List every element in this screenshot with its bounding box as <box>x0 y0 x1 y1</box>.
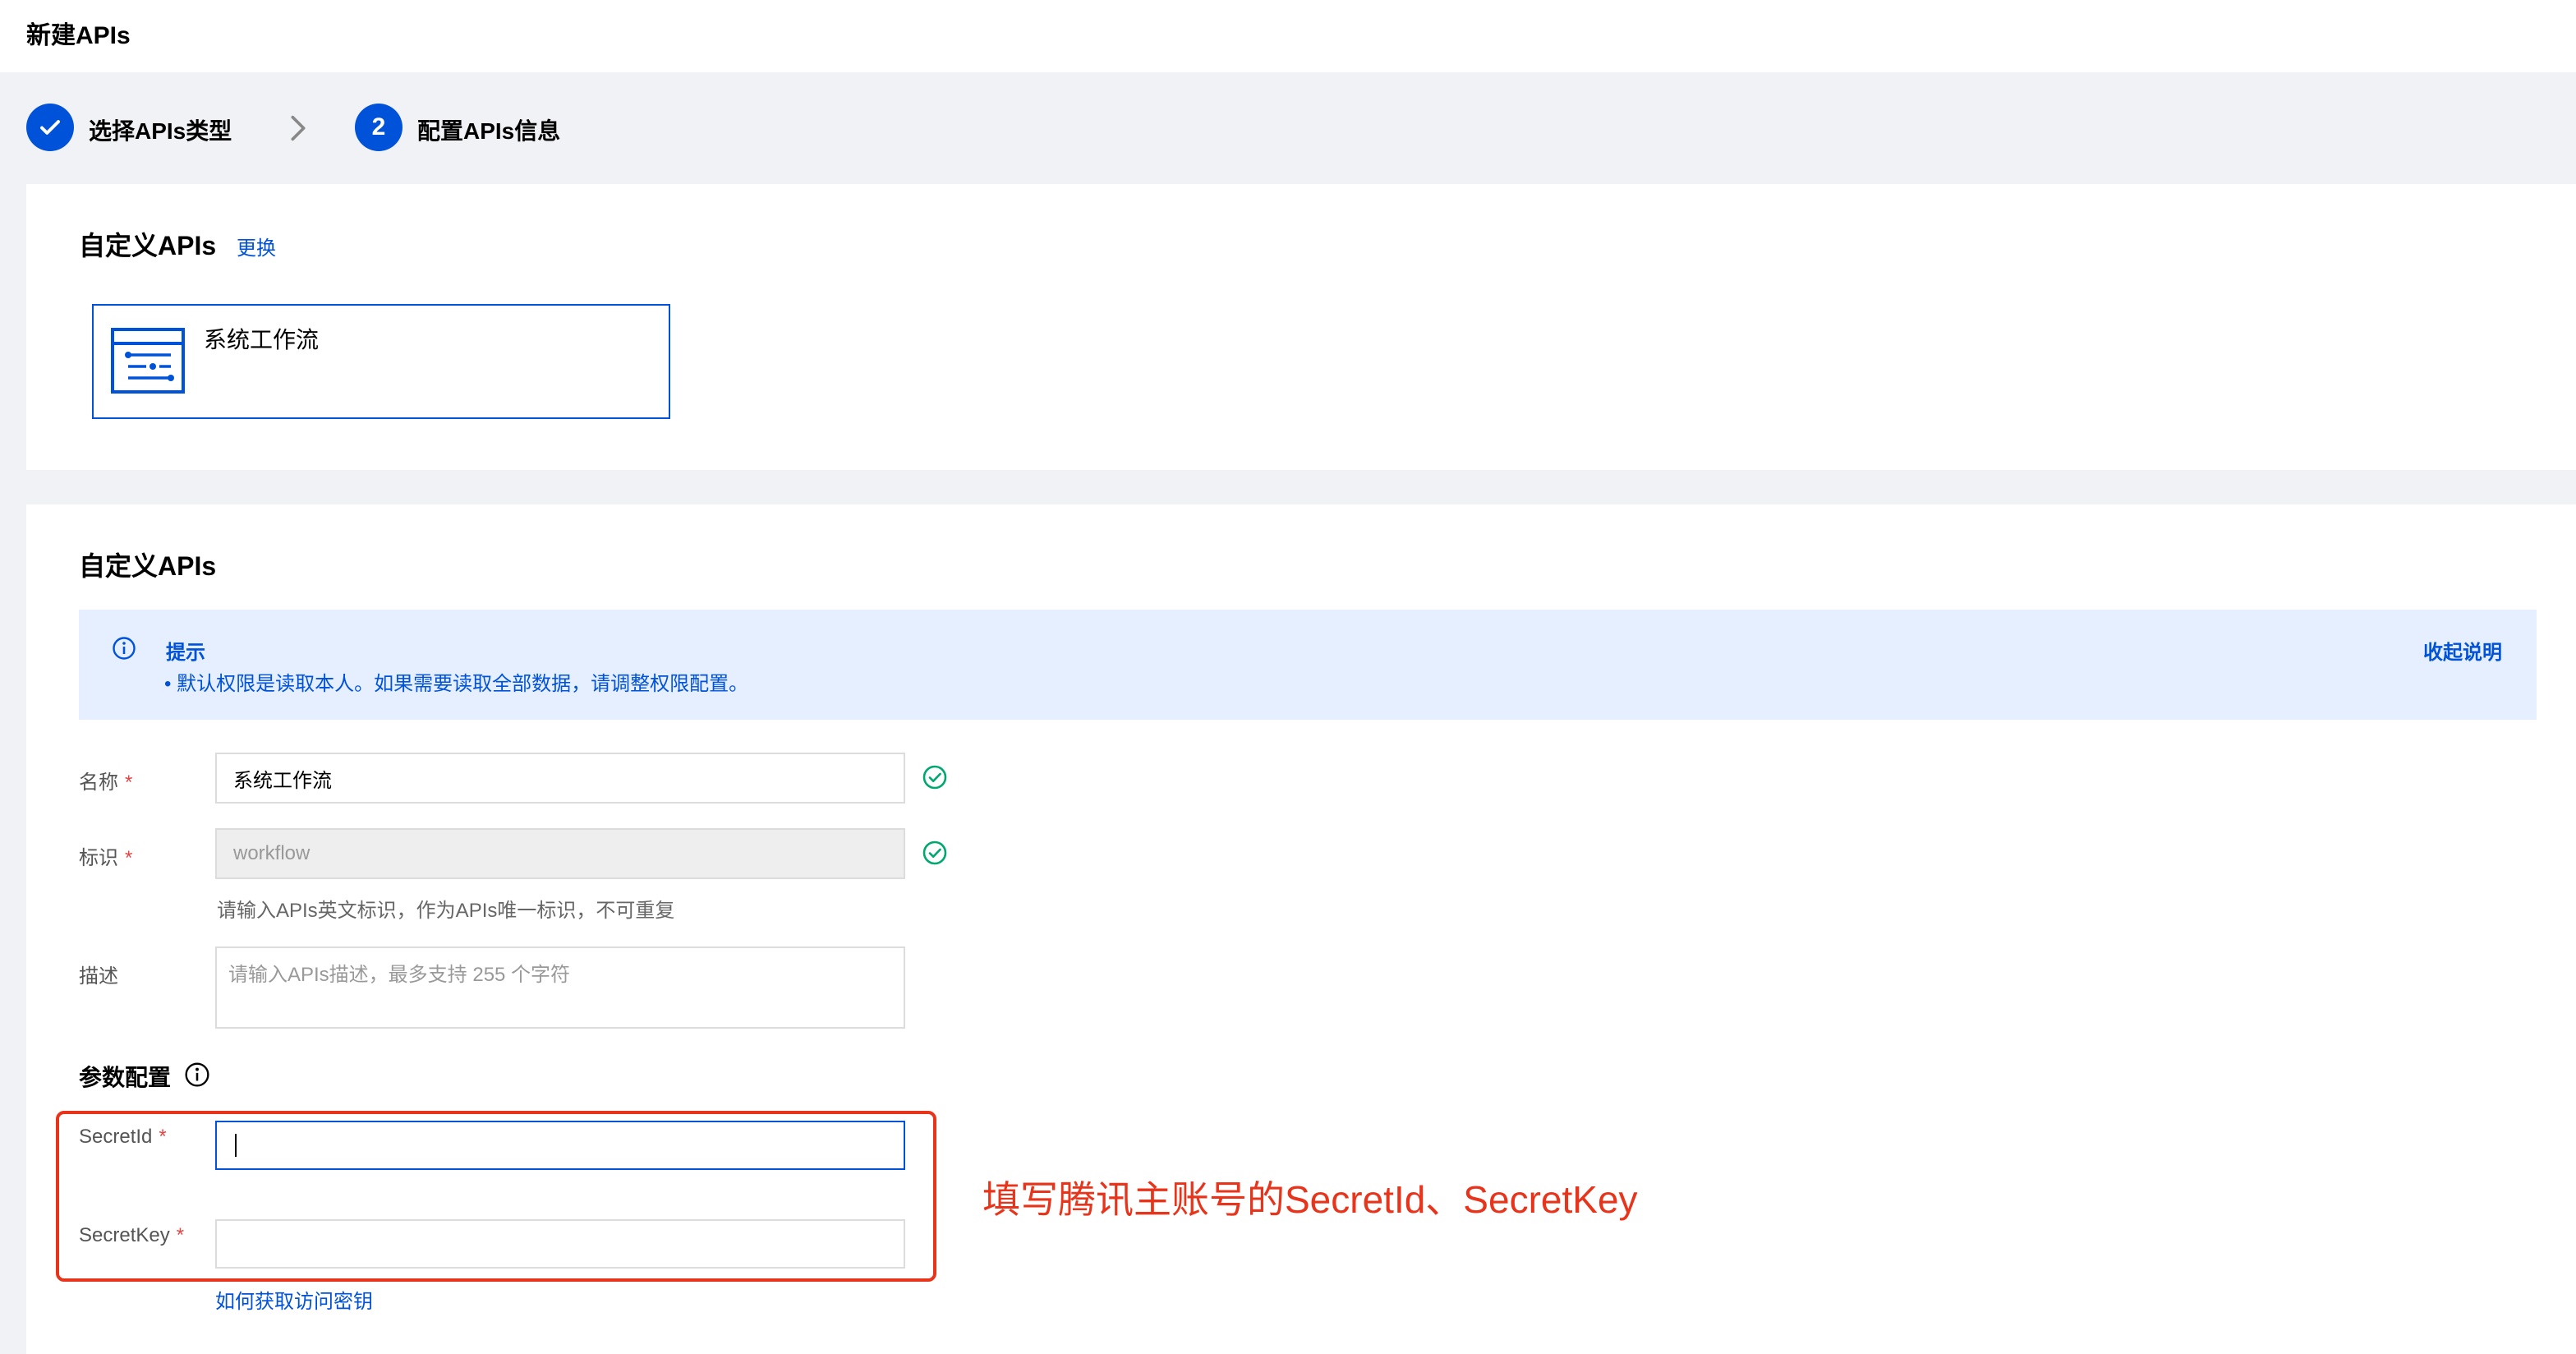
identifier-input <box>215 828 905 879</box>
check-circle-icon <box>922 764 948 794</box>
info-icon[interactable] <box>184 1062 210 1092</box>
required-mark: * <box>125 771 133 794</box>
identifier-label-text: 标识 <box>79 847 118 869</box>
change-link[interactable]: 更换 <box>237 232 276 260</box>
section-title: 自定义APIs <box>79 551 217 581</box>
annotation-highlight-box <box>56 1111 936 1282</box>
selected-type-name: 系统工作流 <box>204 327 320 352</box>
name-label-text: 名称 <box>79 771 118 794</box>
step-1-label: 选择APIs类型 <box>89 118 232 144</box>
page-header: 新建APIs <box>0 0 2576 72</box>
notice-banner: 提示 • 默认权限是读取本人。如果需要读取全部数据，请调整权限配置。 收起说明 <box>79 610 2537 720</box>
identifier-label: 标识 * <box>79 841 132 870</box>
stepper: 选择APIs类型 2 配置APIs信息 <box>26 104 766 153</box>
section-title: 自定义APIs <box>79 231 217 260</box>
notice-title: 提示 <box>166 642 205 664</box>
collapse-notice-link[interactable]: 收起说明 <box>2423 636 2502 665</box>
step-2-number: 2 <box>355 104 402 151</box>
required-mark: * <box>125 847 133 869</box>
check-circle-icon <box>922 840 948 870</box>
page-title: 新建APIs <box>26 22 131 49</box>
description-label: 描述 <box>79 965 118 988</box>
identifier-hint: 请输入APIs英文标识，作为APIs唯一标识，不可重复 <box>217 900 675 922</box>
description-textarea[interactable] <box>215 946 905 1029</box>
access-key-help-link[interactable]: 如何获取访问密钥 <box>215 1285 373 1314</box>
selected-type-card[interactable]: 系统工作流 <box>92 304 670 419</box>
notice-text: • 默认权限是读取本人。如果需要读取全部数据，请调整权限配置。 <box>164 673 749 695</box>
chevron-right-icon <box>284 112 312 149</box>
annotation-text: 填写腾讯主账号的SecretId、SecretKey <box>982 1178 1638 1221</box>
params-title: 参数配置 <box>79 1065 172 1090</box>
workflow-icon <box>110 327 186 398</box>
name-label: 名称 * <box>79 766 132 794</box>
api-type-card: 自定义APIs 更换 系统工作流 <box>26 184 2576 470</box>
info-icon <box>112 636 136 665</box>
check-icon <box>26 104 74 151</box>
name-input[interactable] <box>215 753 905 804</box>
step-2-label: 配置APIs信息 <box>417 118 561 144</box>
